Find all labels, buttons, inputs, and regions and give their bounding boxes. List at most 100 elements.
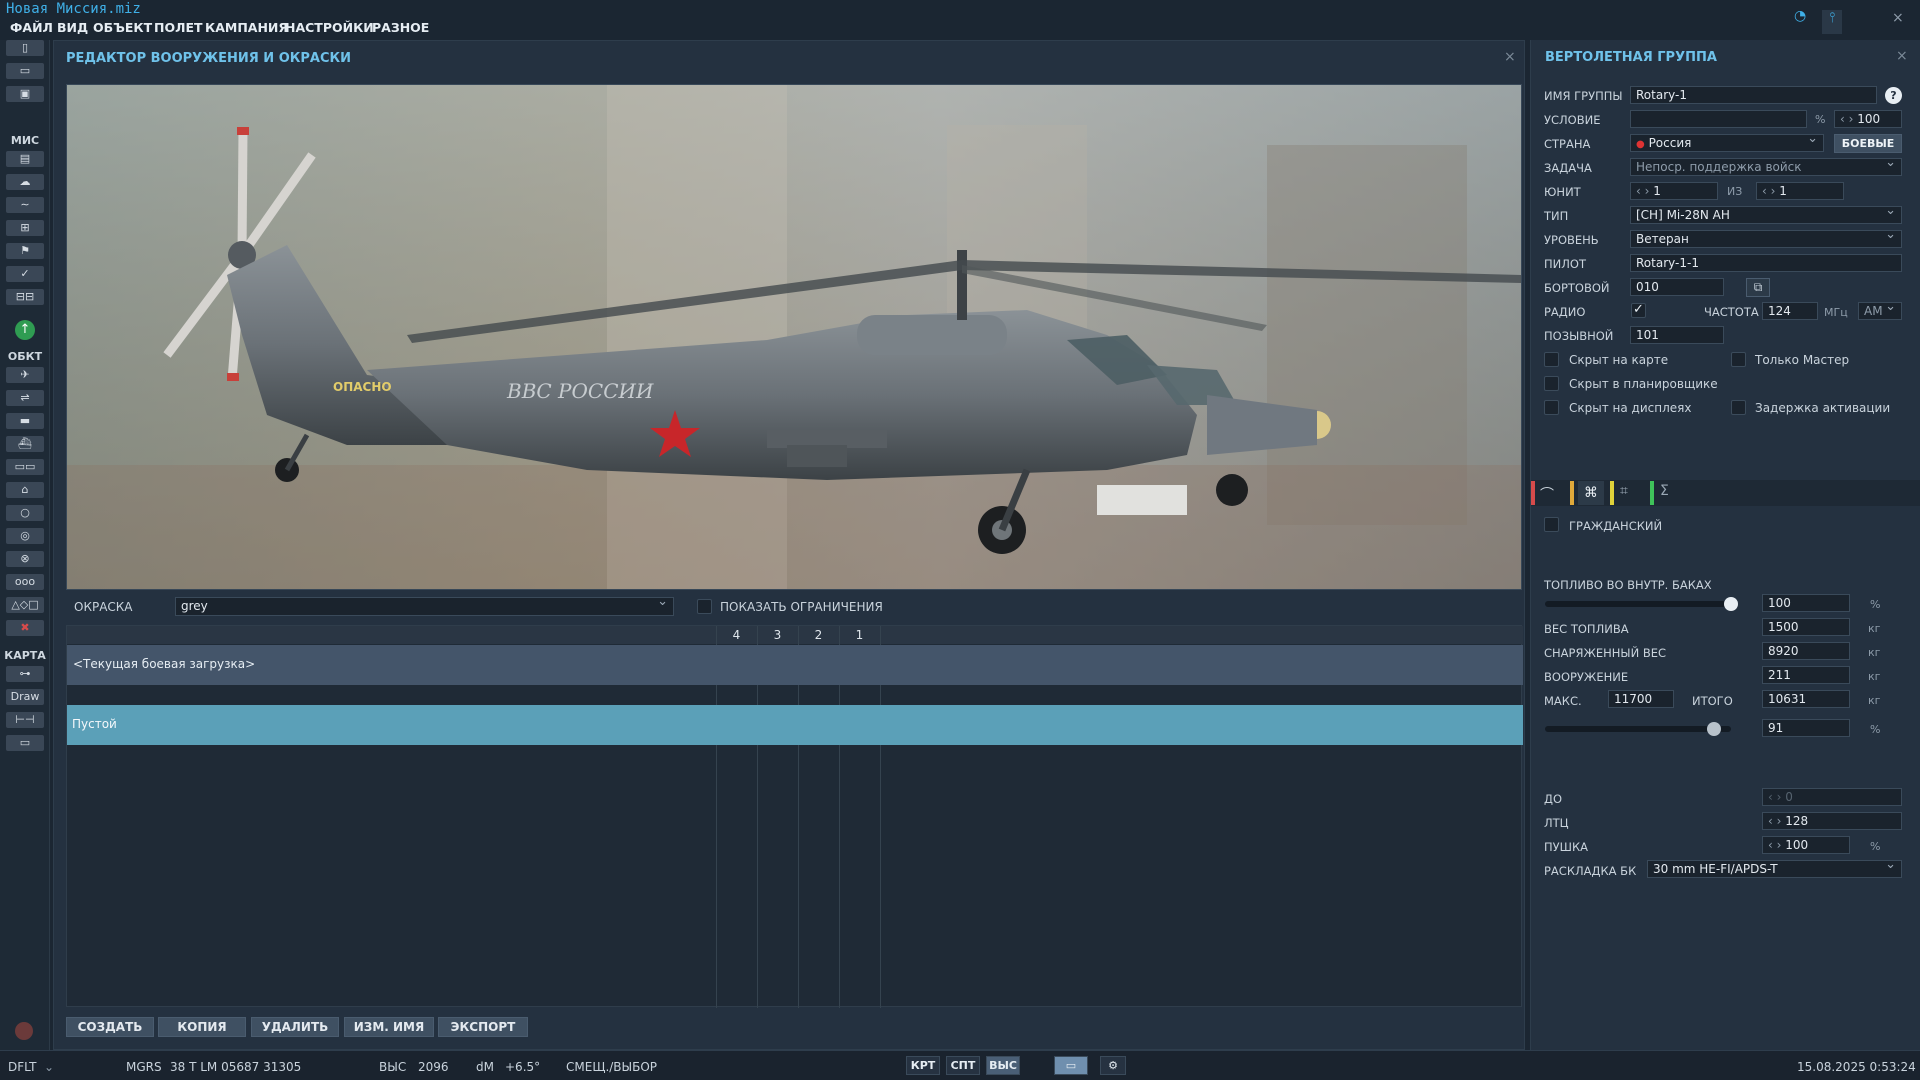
callsign-input[interactable]: 101: [1630, 326, 1724, 344]
tab-summary-icon[interactable]: Σ: [1660, 483, 1669, 499]
radio-checkbox[interactable]: [1631, 302, 1646, 318]
stepper-icon[interactable]: ‹ ›: [1762, 184, 1779, 198]
hidden-planner-checkbox[interactable]: [1544, 376, 1559, 391]
stepper-icon[interactable]: ‹ ›: [1768, 790, 1785, 804]
rename-button[interactable]: ИЗМ. ИМЯ: [344, 1017, 434, 1037]
delete-icon[interactable]: ✖: [6, 620, 44, 636]
type-select[interactable]: [CH] Mi-28N AH: [1630, 206, 1902, 224]
draw-button[interactable]: Draw: [6, 689, 44, 705]
gun-stepper[interactable]: ‹ › 100: [1762, 836, 1850, 854]
clock-settings-icon[interactable]: ⚙: [1100, 1056, 1126, 1075]
check-icon[interactable]: ✓: [6, 266, 44, 282]
menu-view[interactable]: ВИД: [57, 20, 88, 35]
civil-checkbox[interactable]: [1544, 517, 1559, 532]
goals-icon[interactable]: ⊟⊟: [6, 289, 44, 305]
group-name-input[interactable]: Rotary-1: [1630, 86, 1877, 104]
flare-value: 128: [1785, 814, 1809, 828]
shapes-icon[interactable]: △◇□: [6, 597, 44, 613]
pilot-input[interactable]: Rotary-1-1: [1630, 254, 1902, 272]
hidden-map-label: Скрыт на карте: [1569, 353, 1669, 367]
delete-button[interactable]: УДАЛИТЬ: [251, 1017, 339, 1037]
weapons-weight-label: ВООРУЖЕНИЕ: [1544, 670, 1629, 684]
zone-icon[interactable]: ◎: [6, 528, 44, 544]
show-limits-checkbox[interactable]: [697, 599, 712, 614]
flare-stepper[interactable]: ‹ › 128: [1762, 812, 1902, 830]
skill-select[interactable]: Ветеран: [1630, 230, 1902, 248]
fuel-weight-input[interactable]: 1500: [1762, 618, 1850, 636]
menu-settings[interactable]: НАСТРОЙКИ: [285, 20, 374, 35]
tab-route-icon[interactable]: ⌒: [1540, 484, 1554, 504]
tab-marker-loadout: [1570, 481, 1574, 505]
create-button[interactable]: СОЗДАТЬ: [66, 1017, 154, 1037]
menu-campaign[interactable]: КАМПАНИЯ: [205, 20, 288, 35]
static-object-icon[interactable]: ▭▭: [6, 459, 44, 475]
stepper-icon[interactable]: ‹ ›: [1840, 112, 1857, 126]
save-file-icon[interactable]: ▣: [6, 86, 44, 102]
up-arrow-icon[interactable]: ↑: [15, 320, 35, 340]
livery-select[interactable]: grey: [175, 597, 674, 616]
tab-loadout-icon[interactable]: ⌘: [1578, 481, 1604, 505]
hidden-displays-checkbox[interactable]: [1544, 400, 1559, 415]
condition-probability[interactable]: ‹ › 100: [1834, 110, 1902, 128]
record-icon[interactable]: [15, 1022, 33, 1040]
map-view-button[interactable]: КРТ: [906, 1056, 940, 1075]
combat-button[interactable]: БОЕВЫЕ: [1834, 134, 1902, 153]
route-icon[interactable]: ∼: [6, 197, 44, 213]
rectangle-icon[interactable]: ▭: [6, 735, 44, 751]
task-select[interactable]: Непоср. поддержка войск: [1630, 158, 1902, 176]
menu-object[interactable]: ОБЪЕКТ: [93, 20, 152, 35]
trigger-icon[interactable]: ⊞: [6, 220, 44, 236]
chevron-down-icon[interactable]: ⌄: [44, 1060, 54, 1074]
copy-button[interactable]: КОПИЯ: [158, 1017, 246, 1037]
frequency-input[interactable]: 124: [1762, 302, 1818, 320]
help-icon[interactable]: ?: [1885, 87, 1902, 104]
group-icon[interactable]: ooo: [6, 574, 44, 590]
open-file-icon[interactable]: ▭: [6, 63, 44, 79]
satellite-view-button[interactable]: СПТ: [946, 1056, 980, 1075]
ruler-icon[interactable]: ⊢⊣: [6, 712, 44, 728]
helicopter-icon[interactable]: ⇌: [6, 390, 44, 406]
template-icon[interactable]: ⌂: [6, 482, 44, 498]
stepper-icon[interactable]: ‹ ›: [1636, 184, 1653, 198]
menu-flight[interactable]: ПОЛЕТ: [154, 20, 203, 35]
hidden-map-checkbox[interactable]: [1544, 352, 1559, 367]
ammo-select[interactable]: 30 mm HE-FI/APDS-T: [1647, 860, 1902, 878]
fuel-internal-label: ТОПЛИВО ВО ВНУТР. БАКАХ: [1544, 578, 1712, 592]
copy-icon[interactable]: ⧉: [1746, 278, 1770, 297]
ship-icon[interactable]: ⛴: [6, 436, 44, 452]
tail-number-input[interactable]: 010: [1630, 278, 1724, 296]
late-activation-checkbox[interactable]: [1731, 400, 1746, 415]
flag-icon[interactable]: ⚑: [6, 243, 44, 259]
layers-icon[interactable]: ▭: [1054, 1056, 1088, 1075]
aircraft-preview[interactable]: ОПАСНО ВВС РОССИИ: [66, 84, 1522, 590]
altitude-view-button[interactable]: ВЫС: [986, 1056, 1020, 1075]
table-row-selected[interactable]: Пустой: [67, 705, 1523, 745]
weather-icon[interactable]: ☁: [6, 174, 44, 190]
condition-input[interactable]: [1630, 110, 1807, 128]
chaff-stepper[interactable]: ‹ › 0: [1762, 788, 1902, 806]
stepper-icon[interactable]: ‹ ›: [1768, 838, 1785, 852]
master-only-checkbox[interactable]: [1731, 352, 1746, 367]
fuel-slider-knob[interactable]: [1724, 597, 1738, 611]
tab-triggers-icon[interactable]: ⌗: [1620, 483, 1628, 499]
nav-point-icon[interactable]: ○: [6, 505, 44, 521]
modulation-select[interactable]: AM: [1858, 302, 1902, 320]
stepper-icon[interactable]: ‹ ›: [1768, 814, 1785, 828]
aircraft-icon[interactable]: ✈: [6, 367, 44, 383]
unit-total-stepper[interactable]: ‹ › 1: [1756, 182, 1844, 200]
new-file-icon[interactable]: ▯: [6, 40, 44, 56]
briefing-icon[interactable]: ▤: [6, 151, 44, 167]
target-icon[interactable]: ⊗: [6, 551, 44, 567]
map-options-icon[interactable]: ⊶: [6, 666, 44, 682]
group-close-icon[interactable]: ×: [1896, 48, 1908, 64]
country-select[interactable]: ● Россия: [1630, 134, 1824, 152]
menu-misc[interactable]: РАЗНОЕ: [372, 20, 429, 35]
profile-select[interactable]: DFLT: [8, 1060, 37, 1074]
export-button[interactable]: ЭКСПОРТ: [438, 1017, 528, 1037]
unit-stepper[interactable]: ‹ › 1: [1630, 182, 1718, 200]
fuel-percent-input[interactable]: 100: [1762, 594, 1850, 612]
menu-file[interactable]: ФАЙЛ: [10, 20, 53, 35]
ground-unit-icon[interactable]: ▬: [6, 413, 44, 429]
table-row[interactable]: <Текущая боевая загрузка>: [67, 645, 1523, 685]
editor-close-icon[interactable]: ×: [1504, 49, 1516, 65]
